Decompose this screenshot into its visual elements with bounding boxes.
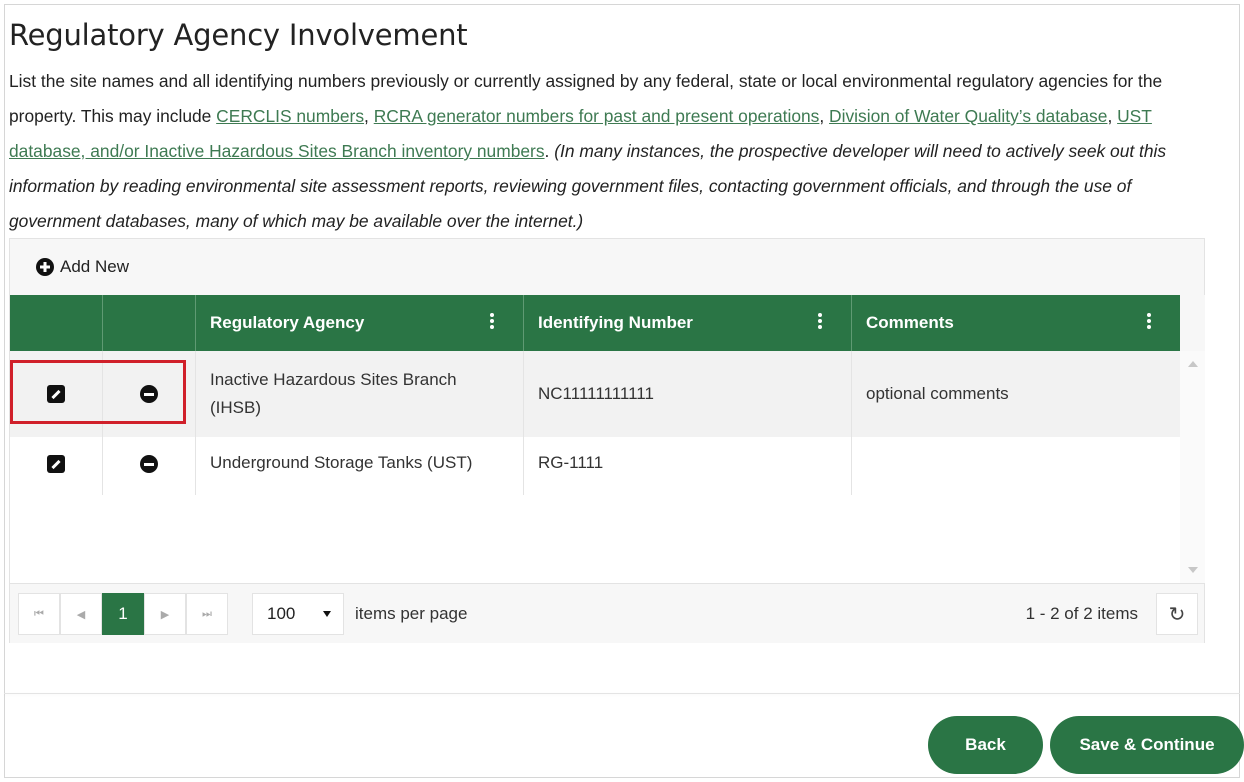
next-page-button[interactable]: ▶ — [144, 593, 186, 635]
table-row: Inactive Hazardous Sites Branch (IHSB) N… — [10, 351, 1180, 437]
grid-toolbar: Add New — [10, 239, 1204, 295]
add-new-button[interactable]: Add New — [36, 255, 129, 279]
header-label: Identifying Number — [538, 313, 693, 332]
agency-cell: Inactive Hazardous Sites Branch (IHSB) — [196, 351, 524, 437]
delete-cell — [103, 351, 196, 437]
page-description: List the site names and all identifying … — [9, 64, 1219, 239]
separator: , — [819, 106, 830, 126]
edit-cell — [10, 351, 103, 437]
scroll-down-icon[interactable] — [1188, 567, 1198, 573]
table-row: Underground Storage Tanks (UST) RG-1111 — [10, 437, 1180, 495]
delete-icon[interactable] — [140, 385, 158, 403]
save-continue-button[interactable]: Save & Continue — [1050, 716, 1244, 774]
grid-body: Inactive Hazardous Sites Branch (IHSB) N… — [10, 351, 1180, 583]
cerclis-link[interactable]: CERCLIS numbers — [216, 106, 364, 126]
grid-pager: ⏮ ◀ 1 ▶ ⏭ 100 items per page 1 - 2 of 2 … — [10, 583, 1204, 643]
last-page-button[interactable]: ⏭ — [186, 593, 228, 635]
column-menu-icon[interactable] — [1146, 312, 1152, 330]
edit-icon[interactable] — [47, 385, 65, 403]
separator: , — [364, 106, 374, 126]
scroll-header-spacer — [1180, 295, 1205, 351]
identifying-number-cell: RG-1111 — [524, 437, 852, 495]
header-delete-column — [103, 295, 196, 351]
scroll-up-icon[interactable] — [1188, 361, 1198, 367]
header-identifying-number[interactable]: Identifying Number — [524, 295, 852, 351]
back-button[interactable]: Back — [928, 716, 1043, 774]
identifying-number-cell: NC11111111111 — [524, 351, 852, 437]
rcra-link[interactable]: RCRA generator numbers for past and pres… — [374, 106, 820, 126]
plus-circle-icon — [36, 258, 54, 276]
agency-cell: Underground Storage Tanks (UST) — [196, 437, 524, 495]
column-menu-icon[interactable] — [489, 312, 495, 330]
refresh-icon[interactable]: ↻ — [1156, 593, 1198, 635]
header-comments[interactable]: Comments — [852, 295, 1180, 351]
header-edit-column — [10, 295, 103, 351]
separator: , — [1107, 106, 1118, 126]
edit-icon[interactable] — [47, 455, 65, 473]
dwq-link[interactable]: Division of Water Quality’s database — [829, 106, 1107, 126]
items-per-page-label: items per page — [355, 604, 468, 623]
header-label: Comments — [866, 313, 954, 332]
footer-divider — [4, 693, 1240, 694]
header-label: Regulatory Agency — [210, 313, 365, 332]
edit-cell — [10, 437, 103, 495]
first-page-button[interactable]: ⏮ — [18, 593, 60, 635]
column-menu-icon[interactable] — [817, 312, 823, 330]
page-title: Regulatory Agency Involvement — [9, 18, 468, 52]
vertical-scrollbar[interactable] — [1180, 351, 1205, 583]
prev-page-button[interactable]: ◀ — [60, 593, 102, 635]
pager-summary: 1 - 2 of 2 items — [1025, 604, 1138, 623]
page-size-select[interactable]: 100 — [252, 593, 344, 635]
grid-header: Regulatory Agency Identifying Number Com… — [10, 295, 1180, 351]
header-regulatory-agency[interactable]: Regulatory Agency — [196, 295, 524, 351]
page-1-button[interactable]: 1 — [102, 593, 144, 635]
add-new-label: Add New — [60, 257, 129, 276]
comments-cell — [852, 437, 1180, 495]
delete-cell — [103, 437, 196, 495]
caret-down-icon — [323, 611, 331, 617]
page-size-value: 100 — [267, 604, 296, 623]
comments-cell: optional comments — [866, 384, 1009, 403]
delete-icon[interactable] — [140, 455, 158, 473]
separator: . — [544, 141, 555, 161]
agency-grid: Add New Regulatory Agency Identifying Nu… — [9, 238, 1205, 643]
